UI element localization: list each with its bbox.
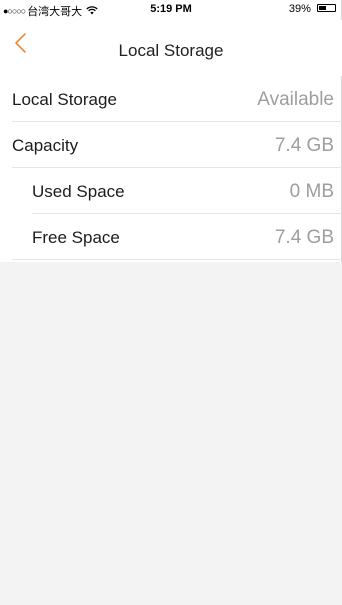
list-item-used-space: Used Space 0 MB [32, 168, 342, 214]
storage-info-list: Local Storage Available Capacity 7.4 GB … [0, 76, 342, 260]
row-value: 7.4 GB [274, 135, 334, 156]
row-value: Available [257, 89, 334, 110]
list-item-free-space: Free Space 7.4 GB [12, 214, 342, 260]
status-bar: ●○○○○ 台湾大哥大 5:19 PM 39% [0, 0, 342, 20]
app-screen: ●○○○○ 台湾大哥大 5:19 PM 39% Local Storage Lo… [0, 0, 342, 605]
battery-icon [317, 4, 336, 12]
page-title: Local Storage [118, 41, 224, 60]
navigation-bar: Local Storage [0, 20, 342, 76]
empty-background [0, 262, 342, 605]
status-right: 39% [289, 3, 336, 15]
list-item-capacity: Capacity 7.4 GB [12, 122, 342, 168]
list-item-local-storage: Local Storage Available [12, 76, 342, 122]
row-value: 7.4 GB [274, 227, 334, 248]
row-value: 0 MB [289, 181, 334, 202]
row-label: Capacity [12, 136, 79, 155]
row-label: Free Space [32, 228, 120, 247]
battery-fill [319, 6, 326, 10]
row-label: Used Space [32, 182, 125, 201]
row-label: Local Storage [12, 90, 117, 109]
battery-percent: 39% [288, 3, 311, 15]
